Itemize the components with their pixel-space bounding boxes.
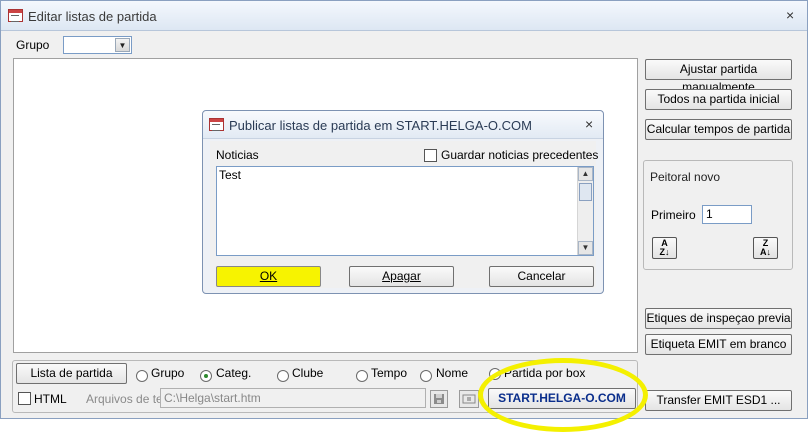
radio-tempo[interactable] xyxy=(356,370,368,382)
radio-categ[interactable] xyxy=(200,370,212,382)
primeiro-label: Primeiro xyxy=(651,208,696,222)
transfer-emit-button[interactable]: Transfer EMIT ESD1 ... xyxy=(645,390,792,411)
radio-categ-label: Categ. xyxy=(216,366,252,380)
window-titlebar[interactable]: Editar listas de partida × xyxy=(1,1,807,31)
scroll-down-icon[interactable]: ▼ xyxy=(578,241,593,255)
save-disk-icon[interactable] xyxy=(430,390,448,408)
noticias-textarea[interactable]: Test ▲ ▼ xyxy=(216,166,594,256)
dialog-titlebar[interactable]: Publicar listas de partida em START.HELG… xyxy=(203,111,603,139)
noticias-label: Noticias xyxy=(216,148,259,162)
grupo-select[interactable]: ▼ xyxy=(63,36,132,54)
radio-grupo-label: Grupo xyxy=(151,366,185,380)
browse-icon[interactable] xyxy=(459,390,479,408)
calcular-tempos-button[interactable]: Calcular tempos de partida xyxy=(645,119,792,140)
memo-scrollbar[interactable]: ▲ ▼ xyxy=(577,167,593,255)
radio-grupo[interactable] xyxy=(136,370,148,382)
apagar-label: Apagar xyxy=(382,269,421,283)
window-title: Editar listas de partida xyxy=(28,9,157,24)
chevron-down-icon[interactable]: ▼ xyxy=(115,38,130,52)
scroll-up-icon[interactable]: ▲ xyxy=(578,167,593,181)
sort-ascending-icon[interactable]: A Z↓ xyxy=(652,237,677,259)
form-icon xyxy=(8,9,23,22)
primeiro-input[interactable]: 1 xyxy=(702,205,752,224)
ajustar-partida-button[interactable]: Ajustar partida manualmente xyxy=(645,59,792,94)
sort-descending-icon[interactable]: Z A↓ xyxy=(753,237,778,259)
etiques-inspecao-button[interactable]: Etiques de inspeçao previa xyxy=(645,308,792,329)
guardar-label: Guardar noticias precedentes xyxy=(441,148,599,162)
cancelar-button[interactable]: Cancelar xyxy=(489,266,594,287)
guardar-checkbox[interactable] xyxy=(424,149,437,162)
close-icon[interactable]: × xyxy=(786,7,794,23)
lista-de-partida-button[interactable]: Lista de partida xyxy=(16,363,127,384)
radio-nome[interactable] xyxy=(420,370,432,382)
radio-tempo-label: Tempo xyxy=(371,366,408,380)
publicar-dialog: Publicar listas de partida em START.HELG… xyxy=(202,110,604,294)
sort-descending-label: Z A↓ xyxy=(760,238,771,257)
ok-label: OK xyxy=(259,269,278,283)
radio-clube-label: Clube xyxy=(292,366,324,380)
peitoral-title: Peitoral novo xyxy=(650,170,721,184)
radio-nome-label: Nome xyxy=(436,366,469,380)
highlight-ellipse xyxy=(478,358,648,432)
grupo-label: Grupo xyxy=(16,38,50,52)
scroll-thumb[interactable] xyxy=(579,183,592,201)
apagar-button[interactable]: Apagar xyxy=(349,266,454,287)
sort-ascending-label: A Z↓ xyxy=(659,238,670,257)
file-path-input[interactable]: C:\Helga\start.htm xyxy=(160,388,426,408)
ok-button[interactable]: OK xyxy=(216,266,321,287)
arquivos-label: Arquivos de te xyxy=(86,392,163,406)
noticias-text: Test xyxy=(219,168,242,182)
todos-partida-inicial-button[interactable]: Todos na partida inicial xyxy=(645,89,792,110)
html-checkbox[interactable] xyxy=(18,392,31,405)
etiqueta-emit-button[interactable]: Etiqueta EMIT em branco xyxy=(645,334,792,355)
dialog-form-icon xyxy=(209,118,224,131)
radio-clube[interactable] xyxy=(277,370,289,382)
dialog-title: Publicar listas de partida em START.HELG… xyxy=(229,118,532,133)
html-label: HTML xyxy=(34,392,67,406)
dialog-close-icon[interactable]: × xyxy=(585,116,593,132)
